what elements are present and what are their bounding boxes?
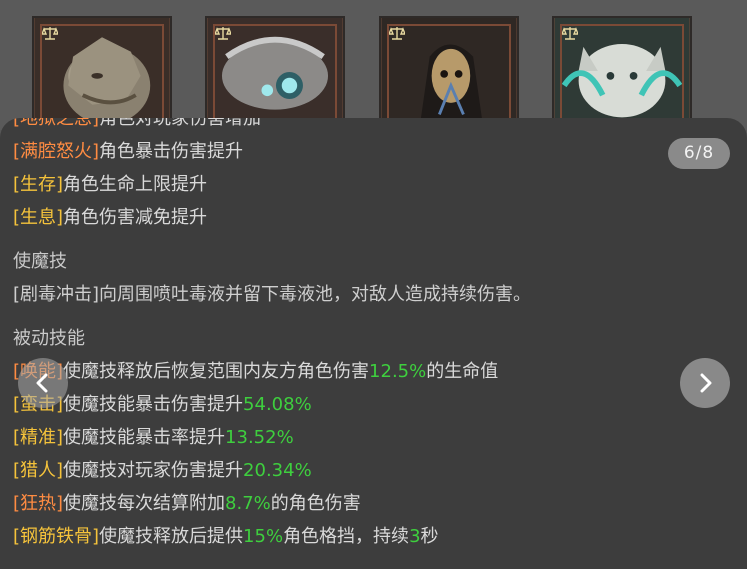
buff-text: 角色生命上限提升 — [63, 174, 208, 195]
buff-tag: [生息] — [13, 207, 64, 228]
next-button[interactable] — [680, 358, 730, 408]
skill-text-post: 的生命值 — [426, 361, 499, 382]
skill-text: 使魔技对玩家伤害提升 — [63, 460, 244, 481]
skill-text-post: 的角色伤害 — [270, 493, 361, 514]
skill-value: 54.08% — [243, 394, 312, 415]
passive-skill-title: 被动技能 — [13, 328, 85, 349]
scale-icon — [215, 27, 231, 40]
skill-text: 使魔技能暴击率提升 — [63, 427, 226, 448]
skill-text: 使魔技能暴击伤害提升 — [63, 394, 244, 415]
scale-icon — [389, 27, 405, 40]
active-skill-title: 使魔技 — [13, 251, 67, 272]
skill-tag: [钢筋铁骨] — [13, 526, 100, 547]
skill-tag: [狂热] — [13, 493, 64, 514]
portrait-frame — [40, 24, 164, 120]
buff-text: 角色对玩家伤害增加 — [99, 118, 262, 129]
skill-value: 20.34% — [243, 460, 312, 481]
chevron-left-icon — [36, 373, 48, 393]
skill-value: 15% — [243, 526, 284, 547]
skill-value: 12.5% — [369, 361, 427, 382]
active-skill-desc: [剧毒冲击]向周围喷吐毒液并留下毒液池，对敌人造成持续伤害。 — [13, 284, 532, 305]
skill-text: 使魔技释放后提供 — [99, 526, 244, 547]
skill-tag: [精准] — [13, 427, 64, 448]
skill-value: 3 — [409, 526, 421, 547]
portrait-card-1[interactable] — [32, 16, 172, 128]
prev-button[interactable] — [18, 358, 68, 408]
passive-skill-line: [狂热]使魔技每次结算附加8.7%的角色伤害 — [13, 487, 653, 520]
passive-skill-line: [蛮击]使魔技能暴击伤害提升54.08% — [13, 388, 653, 421]
portrait-card-4[interactable] — [552, 16, 692, 128]
skill-tag: [猎人] — [13, 460, 64, 481]
portrait-frame — [213, 24, 337, 120]
portrait-strip — [0, 0, 747, 130]
buff-tag: [地狱之息] — [13, 118, 100, 129]
buff-tag: [满腔怒火] — [13, 141, 100, 162]
skill-value: 8.7% — [225, 493, 271, 514]
portrait-frame — [387, 24, 511, 120]
passive-skill-line: [钢筋铁骨]使魔技释放后提供15%角色格挡，持续3秒 — [13, 520, 653, 553]
buff-tag: [生存] — [13, 174, 64, 195]
chevron-right-icon — [700, 373, 712, 393]
portrait-frame — [560, 24, 684, 120]
buff-line: [生存]角色生命上限提升 — [13, 168, 653, 201]
passive-skill-line: [精准]使魔技能暴击率提升13.52% — [13, 421, 653, 454]
buff-text: 角色伤害减免提升 — [63, 207, 208, 228]
scale-icon — [42, 27, 58, 40]
skill-text: 使魔技每次结算附加 — [63, 493, 226, 514]
buff-line: [满腔怒火]角色暴击伤害提升 — [13, 135, 653, 168]
buff-line-cut: [地狱之息]角色对玩家伤害增加 — [13, 118, 653, 135]
buff-line: [生息]角色伤害减免提升 — [13, 201, 653, 234]
panel-content: [地狱之息]角色对玩家伤害增加 [满腔怒火]角色暴击伤害提升 [生存]角色生命上… — [13, 118, 653, 553]
skill-text-post: 秒 — [420, 526, 439, 547]
portrait-card-3[interactable] — [379, 16, 519, 128]
skill-text: 使魔技释放后恢复范围内友方角色伤害 — [63, 361, 370, 382]
buff-text: 角色暴击伤害提升 — [99, 141, 244, 162]
skill-value: 13.52% — [225, 427, 294, 448]
portrait-card-2[interactable] — [205, 16, 345, 128]
passive-skill-line: [唤能]使魔技释放后恢复范围内友方角色伤害12.5%的生命值 — [13, 355, 653, 388]
page-indicator: 6/8 — [668, 138, 730, 169]
detail-panel: 6/8 [地狱之息]角色对玩家伤害增加 [满腔怒火]角色暴击伤害提升 [生存]角… — [0, 118, 747, 569]
skill-text-post: 角色格挡，持续 — [283, 526, 410, 547]
passive-skill-line: [猎人]使魔技对玩家伤害提升20.34% — [13, 454, 653, 487]
scale-icon — [562, 27, 578, 40]
